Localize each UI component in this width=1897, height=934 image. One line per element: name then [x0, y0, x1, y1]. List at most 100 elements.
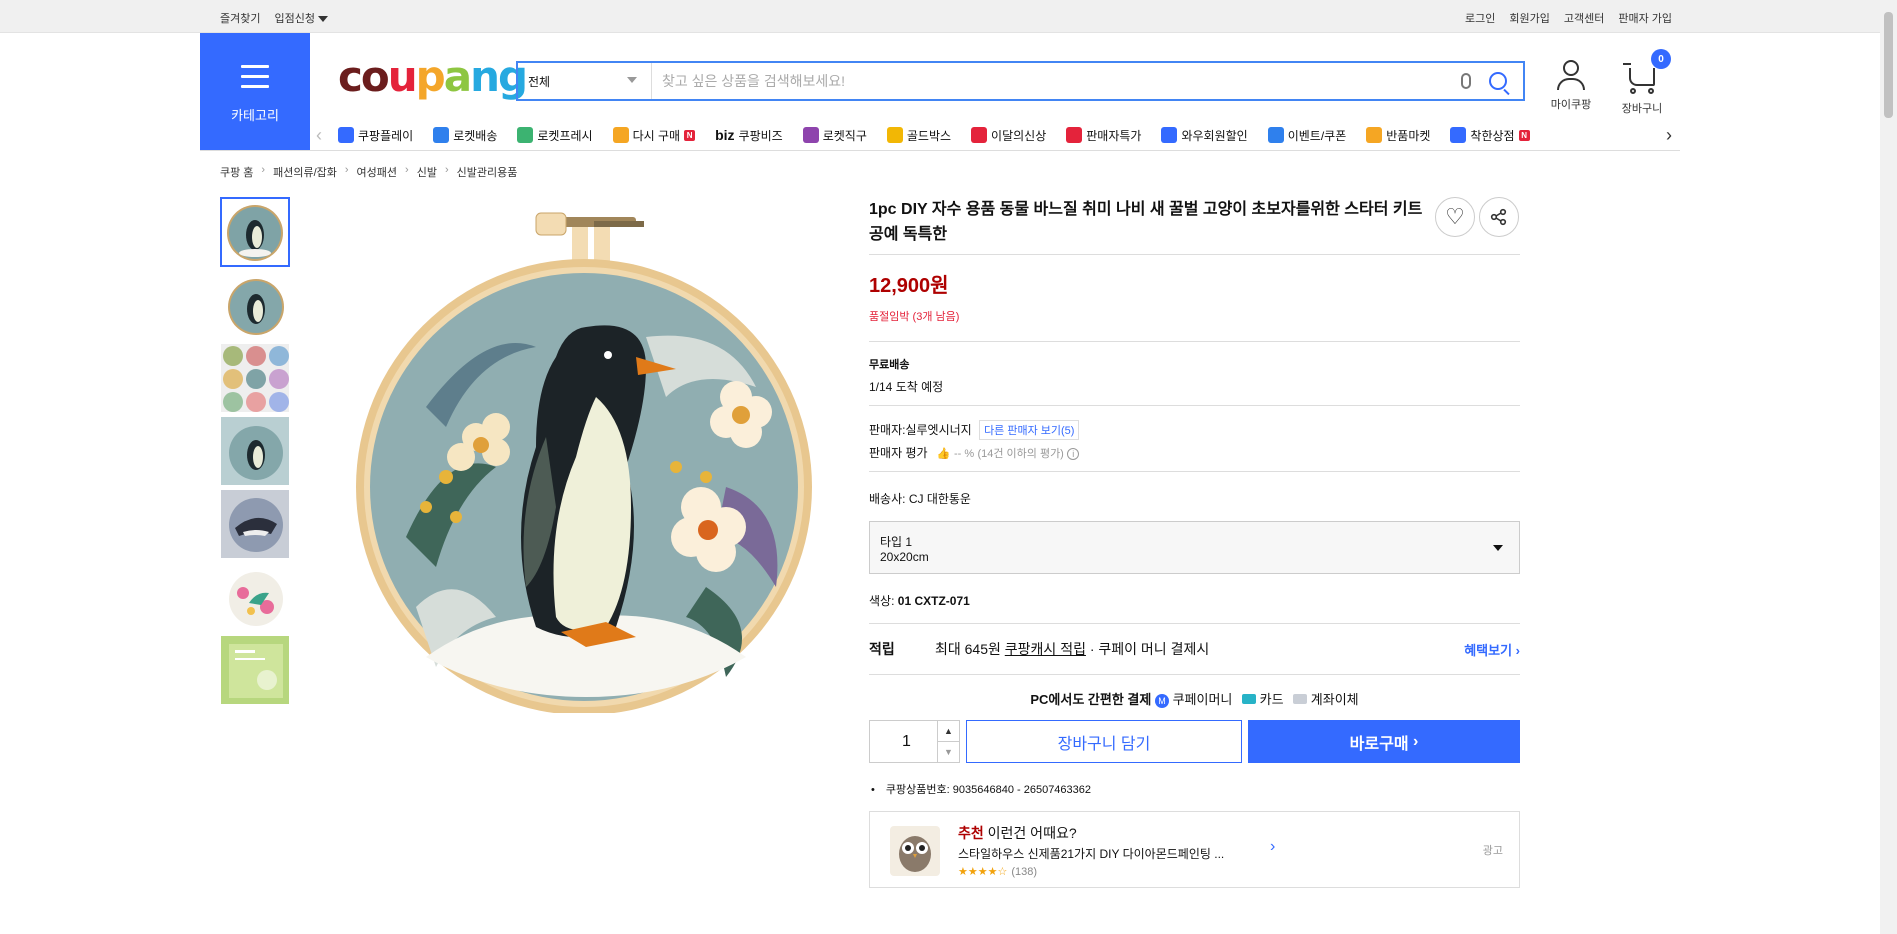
- option-select[interactable]: 타입 1 20x20cm: [869, 521, 1520, 574]
- ad-recommend-tag: 추천: [958, 825, 984, 841]
- chevron-down-icon: [627, 77, 637, 83]
- add-to-cart-button[interactable]: 장바구니 담기: [966, 720, 1242, 763]
- nav-item-label: 이달의신상: [991, 128, 1047, 143]
- increase-quantity-button[interactable]: ▲: [937, 721, 959, 742]
- color-label: 색상:: [869, 594, 895, 608]
- nav-item[interactable]: 착한상점 N: [1450, 127, 1530, 144]
- nav-item-icon: [802, 127, 819, 143]
- thumbnail-1[interactable]: [220, 197, 290, 267]
- support-link[interactable]: 고객센터: [1564, 10, 1604, 26]
- bookmark-link[interactable]: 즐겨찾기: [220, 10, 260, 26]
- share-icon: [1490, 208, 1507, 226]
- thumbnail-2[interactable]: [220, 270, 290, 340]
- decrease-quantity-button[interactable]: ▼: [937, 741, 959, 762]
- nav-item[interactable]: 이벤트/쿠폰: [1267, 127, 1347, 144]
- breadcrumb-item[interactable]: 신발: [417, 164, 437, 180]
- nav-item[interactable]: 골드박스: [886, 127, 951, 144]
- reward-link[interactable]: 쿠팡캐시 적립: [1005, 639, 1086, 659]
- seller-name[interactable]: 실루엣시너지: [905, 423, 971, 437]
- shortcut-nav: ‹ 쿠팡플레이 로켓배송 로켓프레시 다시 구매 N biz 쿠팡비즈 로켓직구 골드박스 이달의…: [316, 120, 1680, 150]
- nav-item[interactable]: biz 쿠팡비즈: [715, 127, 783, 144]
- category-label: 카테고리: [231, 108, 279, 123]
- nav-item-icon: [886, 127, 903, 143]
- nav-item[interactable]: 와우회원할인: [1161, 127, 1248, 144]
- breadcrumb-item[interactable]: 패션의류/잡화: [273, 164, 337, 180]
- benefits-button[interactable]: 혜택보기 ›: [1464, 640, 1520, 659]
- pay-method-coupay: 쿠페이머니: [1172, 692, 1233, 707]
- quantity-value: 1: [902, 732, 911, 750]
- product-id: 쿠팡상품번호: 9035646840 - 26507463362: [869, 781, 1520, 797]
- ad-label: 광고: [1482, 845, 1503, 857]
- thumbnail-7[interactable]: [220, 635, 290, 705]
- cart-count-badge: 0: [1651, 49, 1671, 69]
- nav-item-icon: [517, 127, 534, 143]
- thumbnail-3[interactable]: [220, 343, 290, 413]
- nav-item-icon: [1366, 127, 1383, 143]
- nav-item[interactable]: 로켓직구: [802, 127, 867, 144]
- coupang-logo[interactable]: coupang: [338, 52, 528, 101]
- nav-item-icon: [971, 127, 988, 143]
- search-scope-select[interactable]: 전체: [518, 63, 652, 99]
- reward-label: 적립: [869, 641, 895, 657]
- breadcrumb-item[interactable]: 여성패션: [357, 164, 397, 180]
- page-scrollbar[interactable]: [1880, 0, 1897, 934]
- heart-icon: ♡: [1445, 204, 1465, 229]
- nav-item[interactable]: 판매자특가: [1066, 127, 1141, 144]
- wishlist-button[interactable]: ♡: [1435, 197, 1475, 237]
- signup-link[interactable]: 회원가입: [1509, 10, 1549, 26]
- cart-icon: [1623, 63, 1655, 86]
- ad-headline: 이런건 어때요?: [987, 825, 1077, 841]
- product-id-value: 9035646840 - 26507463362: [952, 784, 1092, 796]
- stock-warning: 품절임박 (3개 남음): [869, 311, 960, 323]
- microphone-icon[interactable]: [1461, 73, 1471, 89]
- product-price: 12,900원: [869, 275, 949, 297]
- nav-item-icon: [1066, 127, 1083, 143]
- new-badge: N: [1518, 129, 1530, 141]
- chevron-right-icon: ›: [344, 164, 349, 176]
- chevron-right-icon[interactable]: ›: [1666, 125, 1680, 146]
- login-link[interactable]: 로그인: [1465, 10, 1495, 26]
- category-button[interactable]: 카테고리: [200, 33, 310, 150]
- other-sellers-button[interactable]: 다른 판매자 보기(5): [979, 420, 1080, 440]
- user-icon: [1563, 60, 1579, 76]
- color-value: 01 CXTZ-071: [897, 594, 970, 608]
- product-main-image[interactable]: [346, 207, 822, 715]
- nav-item[interactable]: 로켓배송: [433, 127, 497, 144]
- info-icon[interactable]: i: [1067, 448, 1080, 460]
- seller-signup-link[interactable]: 판매자 가입: [1618, 10, 1672, 26]
- nav-item-label: 착한상점: [1470, 128, 1515, 143]
- nav-item-label: 로켓배송: [453, 128, 498, 143]
- chevron-right-icon: ›: [405, 164, 409, 176]
- nav-item-label: 이벤트/쿠폰: [1287, 128, 1347, 143]
- nav-item[interactable]: 쿠팡플레이: [338, 127, 413, 144]
- nav-item[interactable]: 다시 구매 N: [612, 127, 696, 144]
- nav-item-label: 쿠팡비즈: [738, 128, 783, 143]
- nav-item-label: 반품마켓: [1386, 128, 1431, 143]
- search-icon[interactable]: [1489, 72, 1507, 90]
- breadcrumb-item[interactable]: 쿠팡 홈: [220, 164, 253, 180]
- buy-now-button[interactable]: 바로구매 ›: [1248, 720, 1520, 763]
- top-utility-bar: 즐겨찾기 입점신청 로그인 회원가입 고객센터 판매자 가입: [0, 0, 1880, 33]
- thumbnail-5[interactable]: [220, 489, 290, 559]
- nav-item[interactable]: 로켓프레시: [517, 127, 593, 144]
- chevron-left-icon[interactable]: ‹: [316, 125, 330, 146]
- seller-label: 판매자:: [869, 423, 906, 437]
- nav-item[interactable]: 반품마켓: [1366, 127, 1430, 144]
- courier-label: 배송사:: [869, 492, 906, 506]
- seller-rating-label: 판매자 평가: [869, 446, 928, 460]
- store-apply-menu[interactable]: 입점신청: [274, 10, 328, 26]
- share-button[interactable]: [1479, 197, 1519, 237]
- search-scope-value: 전체: [528, 74, 551, 89]
- recommended-ad[interactable]: 추천 이런건 어때요? 스타일하우스 신제품21가지 DIY 다이아몬드페인팅 …: [869, 811, 1520, 888]
- thumbnail-4[interactable]: [220, 416, 290, 486]
- breadcrumb-item[interactable]: 신발관리용품: [457, 164, 518, 180]
- nav-item[interactable]: 이달의신상: [971, 127, 1046, 144]
- ad-rating: ★★★★☆ (138): [958, 864, 1037, 878]
- quantity-stepper[interactable]: 1 ▲ ▼: [869, 720, 960, 763]
- product-title: 1pc DIY 자수 용품 동물 바느질 취미 나비 새 꿀벌 고양이 초보자를…: [869, 201, 1423, 243]
- search-input[interactable]: [652, 63, 1461, 99]
- thumbnail-6[interactable]: [220, 562, 290, 632]
- option-type: 타입 1: [880, 535, 913, 549]
- mycoupang-button[interactable]: 마이쿠팡: [1546, 60, 1596, 112]
- chevron-right-icon[interactable]: ›: [1270, 838, 1275, 856]
